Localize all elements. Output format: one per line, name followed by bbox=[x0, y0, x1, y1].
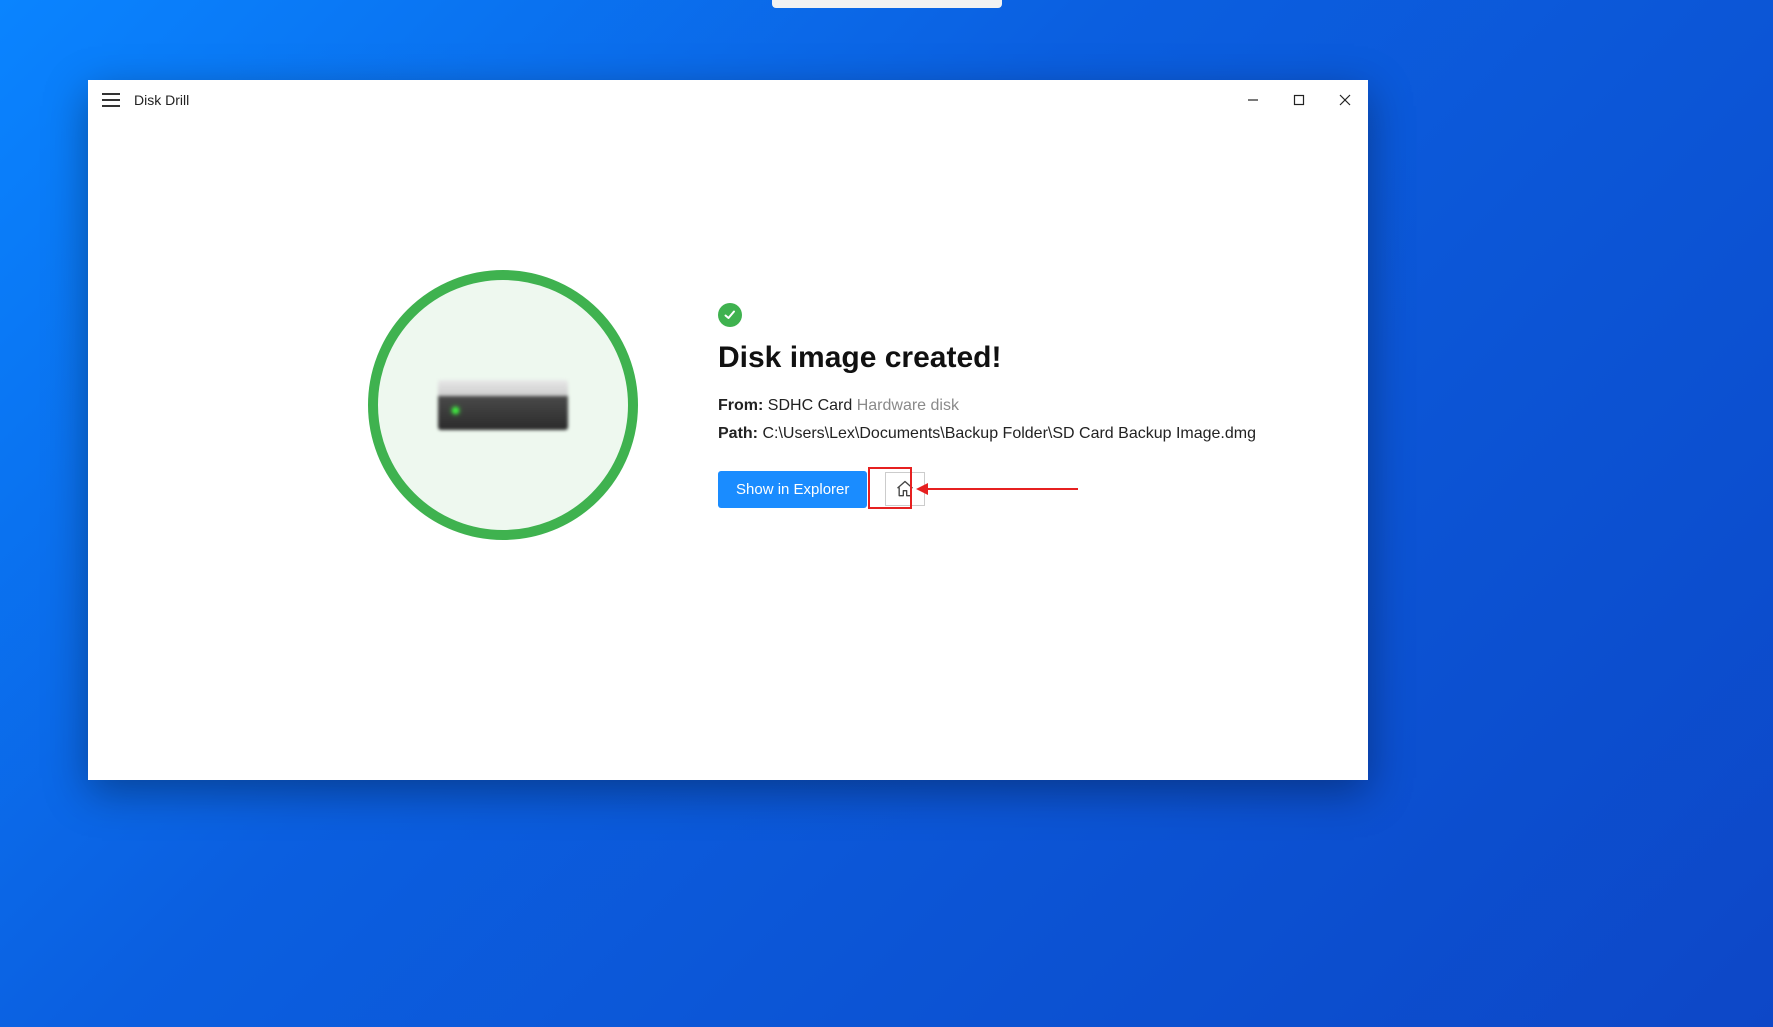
window-minimize-button[interactable] bbox=[1230, 80, 1276, 120]
from-line: From: SDHC Card Hardware disk bbox=[718, 397, 1288, 415]
annotation-arrow bbox=[918, 488, 1078, 490]
from-label: From: bbox=[718, 397, 763, 414]
app-window: Disk Drill Disk image c bbox=[88, 80, 1368, 780]
minimize-icon bbox=[1247, 94, 1259, 106]
show-in-explorer-button[interactable]: Show in Explorer bbox=[718, 471, 867, 508]
home-button[interactable] bbox=[885, 472, 925, 506]
success-check-icon bbox=[718, 303, 742, 327]
path-value: C:\Users\Lex\Documents\Backup Folder\SD … bbox=[762, 425, 1256, 442]
home-icon bbox=[895, 479, 915, 499]
window-maximize-button[interactable] bbox=[1276, 80, 1322, 120]
hard-drive-icon bbox=[438, 380, 568, 430]
info-column: Disk image created! From: SDHC Card Hard… bbox=[718, 303, 1288, 508]
maximize-icon bbox=[1293, 94, 1305, 106]
window-close-button[interactable] bbox=[1322, 80, 1368, 120]
path-line: Path: C:\Users\Lex\Documents\Backup Fold… bbox=[718, 425, 1288, 443]
from-value: SDHC Card bbox=[768, 397, 852, 414]
browser-notch bbox=[772, 0, 1002, 8]
app-title: Disk Drill bbox=[134, 92, 189, 108]
action-row: Show in Explorer bbox=[718, 471, 1288, 508]
disk-success-badge bbox=[368, 270, 638, 540]
content-area: Disk image created! From: SDHC Card Hard… bbox=[88, 120, 1368, 540]
result-heading: Disk image created! bbox=[718, 341, 1288, 375]
path-label: Path: bbox=[718, 425, 758, 442]
from-subvalue: Hardware disk bbox=[857, 397, 959, 414]
close-icon bbox=[1339, 94, 1351, 106]
titlebar-left: Disk Drill bbox=[102, 92, 189, 108]
window-controls bbox=[1230, 80, 1368, 120]
titlebar: Disk Drill bbox=[88, 80, 1368, 120]
menu-hamburger-icon[interactable] bbox=[102, 93, 120, 107]
